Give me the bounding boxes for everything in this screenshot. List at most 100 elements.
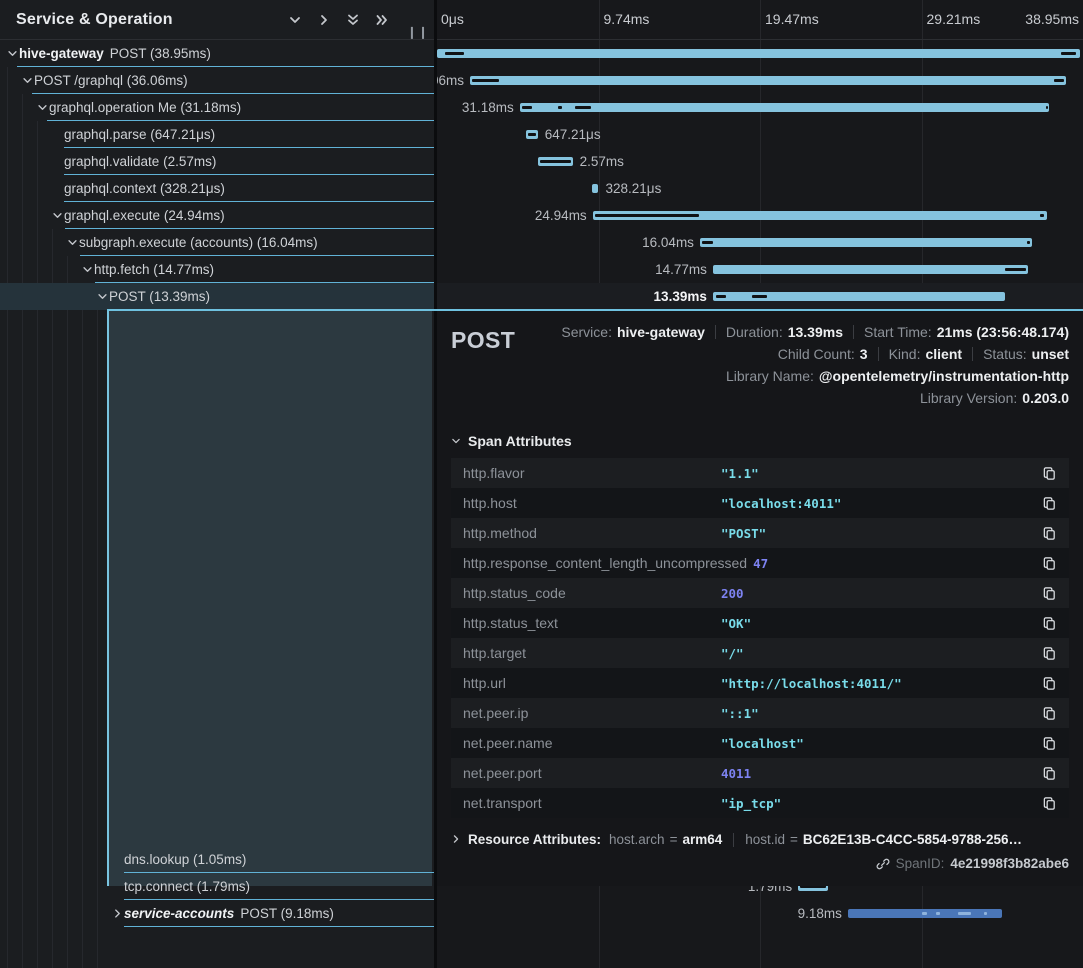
detail-meta: Service:hive-gateway Duration:13.39ms St…: [561, 321, 1069, 409]
attribute-value: "OK": [721, 616, 751, 631]
span-bar[interactable]: [470, 76, 1066, 85]
chevron-down-icon[interactable]: [36, 102, 49, 113]
span-label: dns.lookup (1.05ms): [124, 852, 246, 867]
copy-button[interactable]: [1042, 736, 1057, 751]
meta-value: client: [925, 346, 962, 362]
bar-duration-label: 36.06ms: [437, 73, 464, 88]
meta-label: Library Name:: [726, 368, 814, 384]
tree-row-post-selected[interactable]: POST (13.39ms): [0, 283, 434, 310]
bar-row-hive-gateway-post[interactable]: [437, 40, 1083, 67]
span-bar[interactable]: [713, 265, 1028, 274]
meta-value: unset: [1032, 346, 1069, 362]
copy-button[interactable]: [1042, 466, 1057, 481]
chevron-right-icon[interactable]: [316, 12, 332, 28]
attribute-key: net.transport: [463, 795, 715, 811]
tree-row-graphql-context[interactable]: graphql.context (328.21μs): [0, 175, 434, 202]
tree-row-dns-lookup[interactable]: dns.lookup (1.05ms): [0, 846, 434, 873]
chevron-down-icon[interactable]: [66, 237, 79, 248]
detail-header: POST Service:hive-gateway Duration:13.39…: [451, 321, 1069, 409]
tree-row-graphql-operation[interactable]: graphql.operation Me (31.18ms): [0, 94, 434, 121]
chevron-down-icon[interactable]: [81, 264, 94, 275]
bar-row-service-accounts-post[interactable]: 9.18ms: [437, 900, 1083, 927]
copy-button[interactable]: [1042, 676, 1057, 691]
span-bar[interactable]: [700, 238, 1032, 247]
span-label: POST /graphql (36.06ms): [34, 73, 188, 88]
chevron-down-icon[interactable]: [96, 291, 109, 302]
bar-row-graphql-execute[interactable]: 24.94ms: [437, 202, 1083, 229]
meta-label: Kind:: [889, 346, 921, 362]
span-bar[interactable]: [437, 49, 1080, 58]
tree-row-tcp-connect[interactable]: tcp.connect (1.79ms): [0, 873, 434, 900]
bar-row-graphql-parse[interactable]: 647.21μs: [437, 121, 1083, 148]
bar-row-http-fetch[interactable]: 14.77ms: [437, 256, 1083, 283]
attribute-row: http.status_code 200: [451, 578, 1069, 608]
bar-duration-label: 13.39ms: [654, 289, 707, 304]
attribute-value: 200: [721, 586, 744, 601]
attribute-value: "POST": [721, 526, 766, 541]
ruler-tick-100: 38.95ms: [1025, 11, 1079, 27]
bar-tick: [1046, 106, 1049, 109]
span-tree-bottom: dns.lookup (1.05ms) tcp.connect (1.79ms)…: [0, 846, 434, 927]
attribute-value: "localhost": [721, 736, 804, 751]
span-attributes-toggle[interactable]: Span Attributes: [451, 433, 1069, 449]
span-bar[interactable]: [592, 184, 598, 193]
panel-resize-grip[interactable]: ❙❙: [407, 25, 429, 39]
bar-tick: [716, 295, 726, 298]
tree-row-graphql-execute[interactable]: graphql.execute (24.94ms): [0, 202, 434, 229]
meta-separator: [972, 347, 973, 361]
bar-row-graphql-context[interactable]: 328.21μs: [437, 175, 1083, 202]
bar-duration-label: 24.94ms: [535, 208, 587, 223]
copy-button[interactable]: [1042, 706, 1057, 721]
copy-button[interactable]: [1042, 526, 1057, 541]
bar-row-subgraph-execute[interactable]: 16.04ms: [437, 229, 1083, 256]
tree-row-http-fetch[interactable]: http.fetch (14.77ms): [0, 256, 434, 283]
copy-button[interactable]: [1042, 586, 1057, 601]
bar-row-post-graphql[interactable]: 36.06ms: [437, 67, 1083, 94]
copy-button[interactable]: [1042, 496, 1057, 511]
double-chevron-right-icon[interactable]: [374, 12, 390, 28]
chevron-down-icon[interactable]: [51, 210, 64, 221]
meta-separator: [715, 325, 716, 339]
tree-row-graphql-parse[interactable]: graphql.parse (647.21μs): [0, 121, 434, 148]
tree-row-post-graphql[interactable]: POST /graphql (36.06ms): [0, 67, 434, 94]
chevron-down-icon[interactable]: [6, 48, 19, 59]
span-label: http.fetch (14.77ms): [94, 262, 214, 277]
bar-duration-label: 2.57ms: [580, 154, 624, 169]
bar-tick: [1027, 241, 1030, 244]
chevron-down-icon[interactable]: [21, 75, 34, 86]
copy-button[interactable]: [1042, 556, 1057, 571]
chevron-down-icon[interactable]: [287, 12, 303, 28]
tree-row-graphql-validate[interactable]: graphql.validate (2.57ms): [0, 148, 434, 175]
resource-attributes-row[interactable]: Resource Attributes: host.arch = arm64 h…: [451, 832, 1069, 847]
meta-label: Status:: [983, 346, 1027, 362]
meta-value: @opentelemetry/instrumentation-http: [819, 368, 1069, 384]
attribute-value: 47: [753, 556, 768, 571]
attribute-row: net.peer.ip "::1": [451, 698, 1069, 728]
attribute-value: "ip_tcp": [721, 796, 781, 811]
attribute-key: http.target: [463, 645, 715, 661]
tree-header: Service & Operation ❙❙: [0, 0, 434, 40]
copy-button[interactable]: [1042, 796, 1057, 811]
span-tree: hive-gateway POST (38.95ms) POST /graphq…: [0, 40, 434, 310]
span-bar[interactable]: [520, 103, 1050, 112]
bar-tick: [558, 106, 562, 109]
ruler-tick-50: 19.47ms: [765, 11, 819, 27]
selected-span-expanded-region: [107, 311, 432, 886]
span-service-name: hive-gateway: [19, 46, 104, 61]
bar-row-graphql-operation[interactable]: 31.18ms: [437, 94, 1083, 121]
bar-row-graphql-validate[interactable]: 2.57ms: [437, 148, 1083, 175]
bar-row-post-selected[interactable]: 13.39ms: [437, 283, 1083, 310]
link-icon[interactable]: [876, 857, 890, 871]
resource-attributes-title: Resource Attributes:: [468, 832, 601, 847]
span-label: POST (9.18ms): [240, 906, 334, 921]
tree-row-subgraph-execute[interactable]: subgraph.execute (accounts) (16.04ms): [0, 229, 434, 256]
attribute-key: http.url: [463, 675, 715, 691]
attribute-value: "http://localhost:4011/": [721, 676, 902, 691]
copy-button[interactable]: [1042, 766, 1057, 781]
double-chevron-down-icon[interactable]: [345, 12, 361, 28]
chevron-right-icon[interactable]: [111, 908, 124, 919]
tree-row-hive-gateway-post[interactable]: hive-gateway POST (38.95ms): [0, 40, 434, 67]
copy-button[interactable]: [1042, 616, 1057, 631]
tree-row-service-accounts-post[interactable]: service-accounts POST (9.18ms): [0, 900, 434, 927]
copy-button[interactable]: [1042, 646, 1057, 661]
